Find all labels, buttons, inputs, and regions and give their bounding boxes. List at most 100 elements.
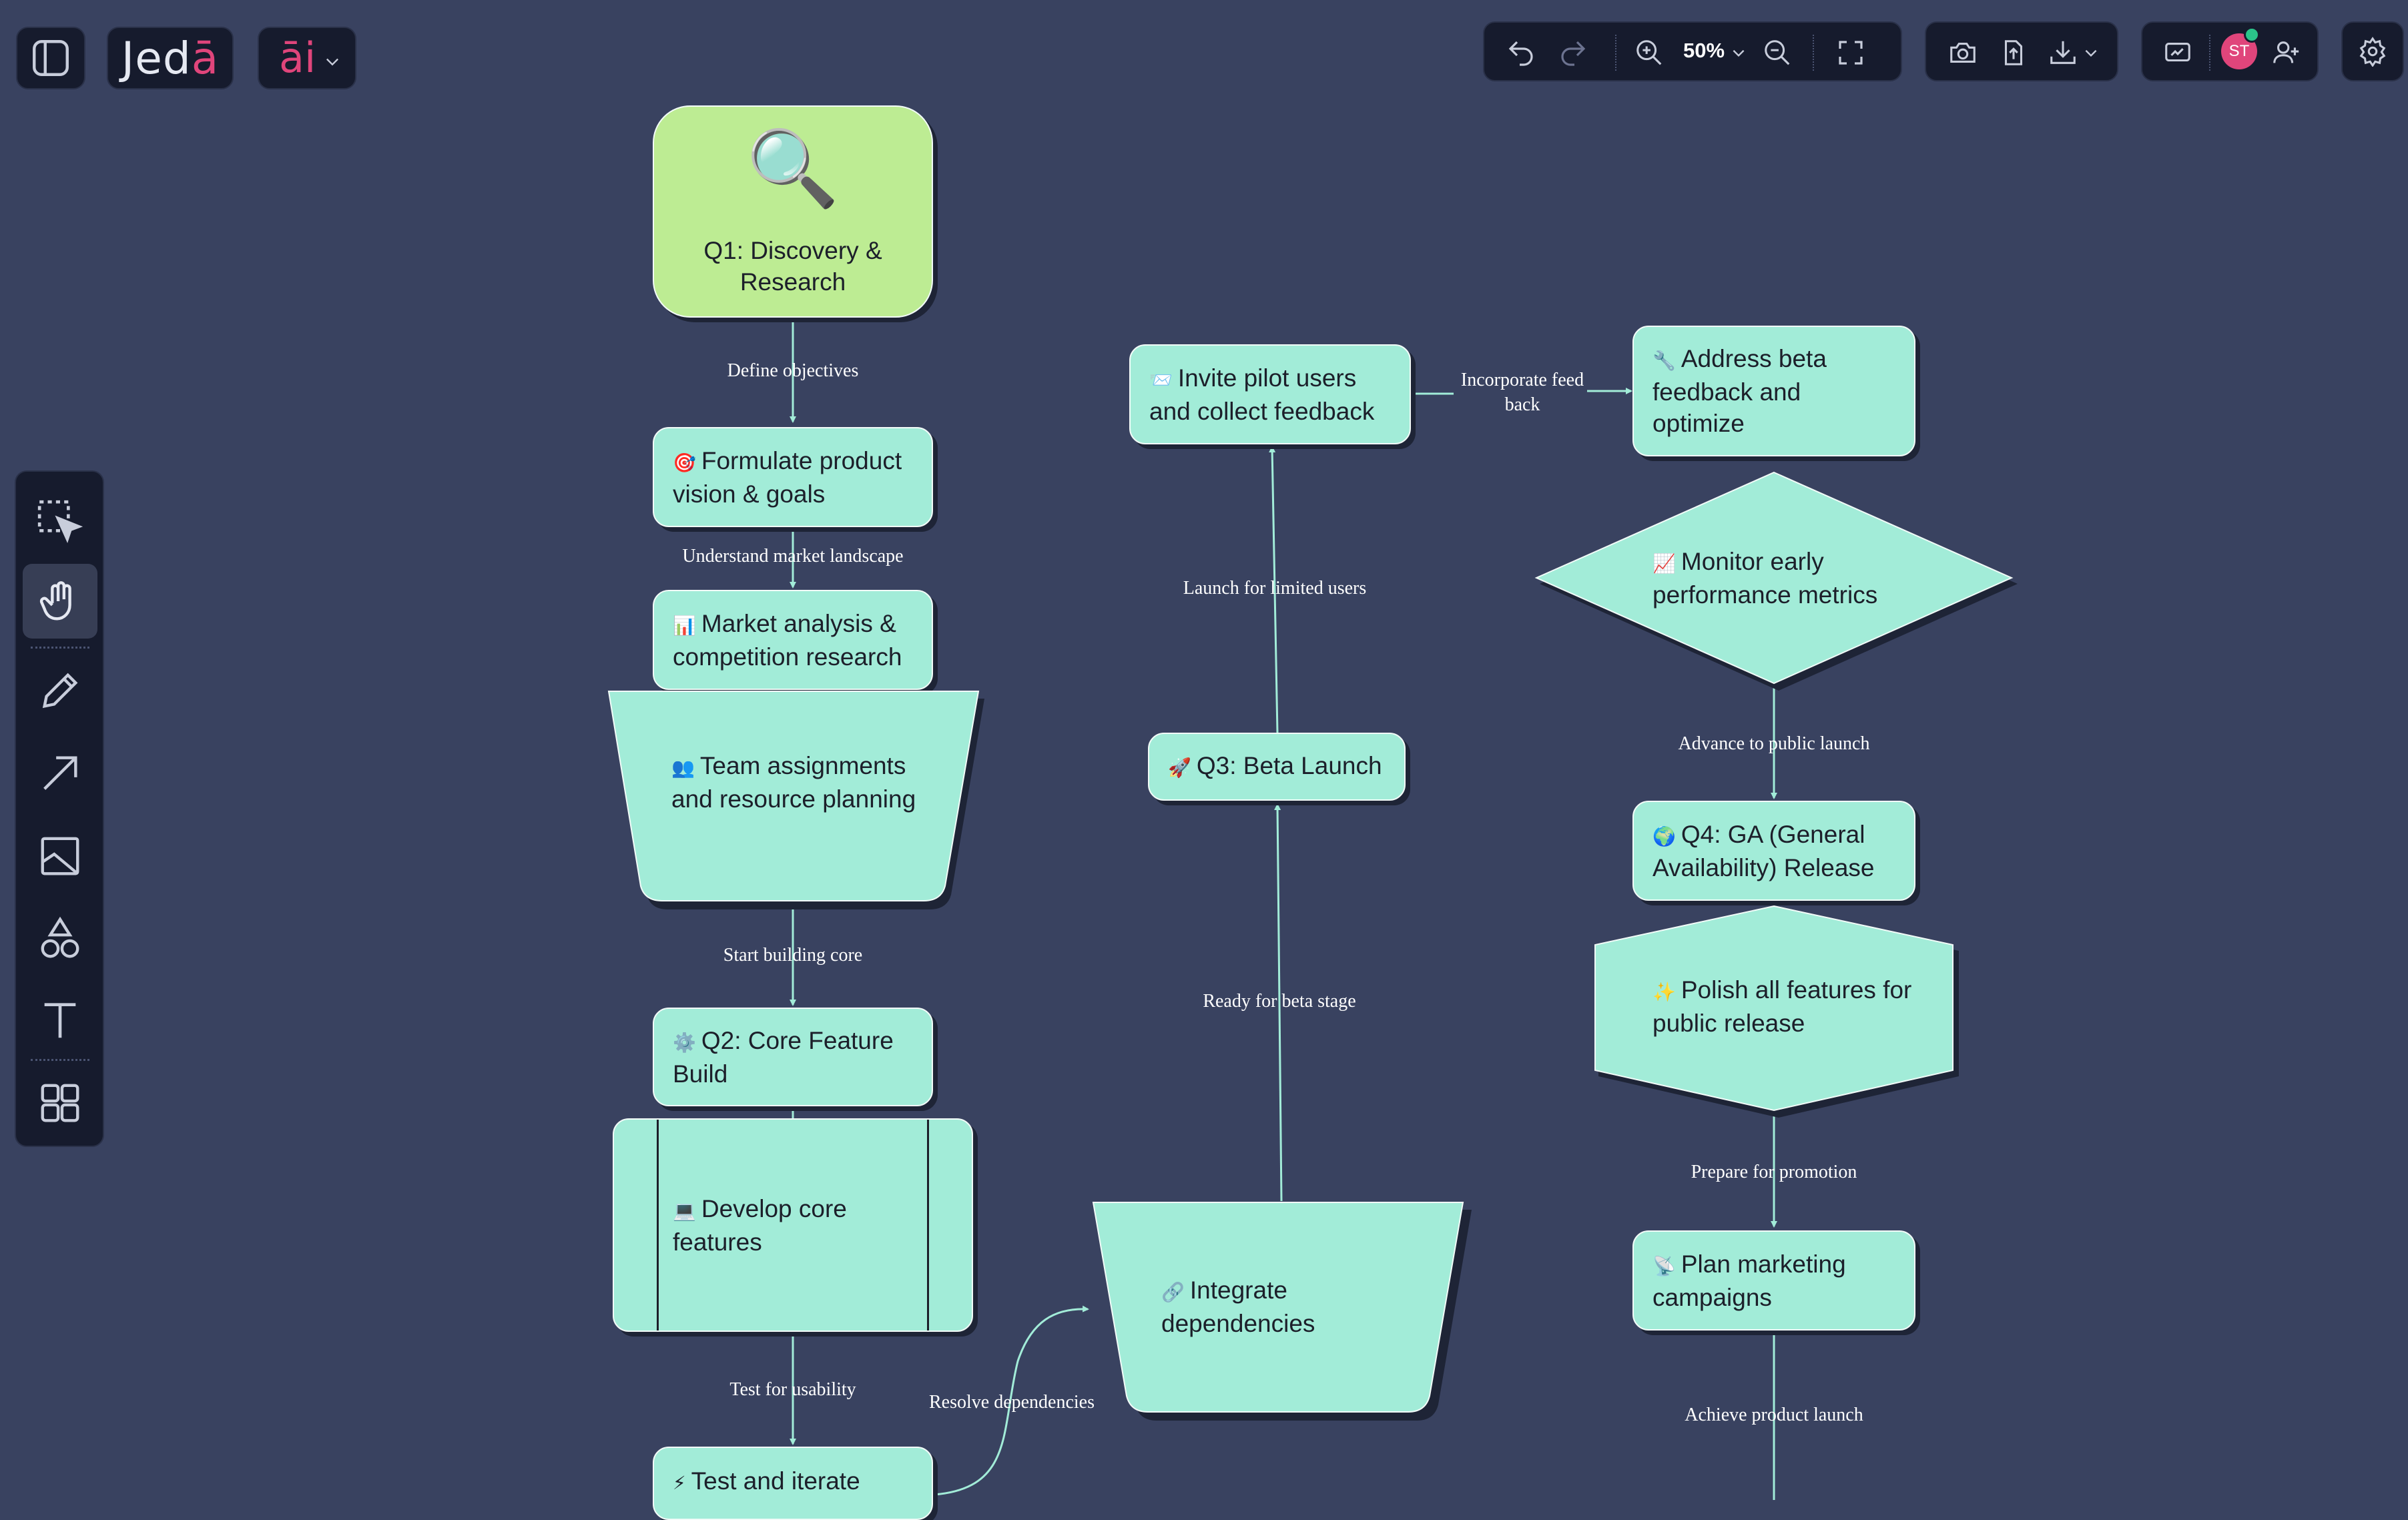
edge-label-usability[interactable]: Test for usability (729, 1378, 856, 1402)
bar-chart-icon: 📊 (673, 615, 696, 636)
jeda-logo[interactable]: Jed ā (107, 27, 234, 89)
sidebar-toggle-icon (17, 28, 84, 88)
node-develop-core[interactable]: 💻 Develop core features (613, 1118, 973, 1332)
node-team-assignments[interactable]: 👥 Team assignments and resource planning (605, 690, 984, 909)
pencil-tool-button[interactable] (23, 653, 97, 728)
node-invite-pilot[interactable]: 📨 Invite pilot users and collect feedback (1129, 344, 1411, 444)
envelope-icon: 📨 (1149, 369, 1173, 390)
node-team-label: Team assignments and resource planning (671, 752, 916, 813)
edge-label-promotion[interactable]: Prepare for promotion (1691, 1160, 1857, 1184)
present-icon[interactable] (2161, 36, 2194, 69)
logo-accent: ā (191, 32, 220, 84)
ai-menu-button[interactable]: āi (258, 27, 356, 89)
zoom-level[interactable]: 50% (1683, 39, 1733, 65)
node-q1-discovery[interactable]: 🔍 Q1: Discovery & Research (653, 105, 933, 318)
edge-label-understand[interactable]: Understand market landscape (682, 544, 903, 568)
hand-icon (39, 581, 71, 621)
sidebar-toggle-button[interactable] (16, 27, 85, 89)
ai-label: āi (279, 33, 316, 82)
node-q2-core-build[interactable]: ⚙️ Q2: Core Feature Build (653, 1008, 933, 1106)
edge-label-start-core[interactable]: Start building core (723, 943, 862, 968)
camera-icon[interactable] (1946, 36, 1980, 69)
node-q4-ga-release[interactable]: 🌍 Q4: GA (General Availability) Release (1632, 801, 1915, 901)
grid-icon (41, 1084, 79, 1122)
subroutine-bar-right (927, 1120, 929, 1331)
whiteboard-canvas[interactable]: Define objectives Understand market land… (0, 0, 2408, 1520)
edge-label-feedback-line2[interactable]: back (1505, 393, 1540, 417)
settings-button[interactable] (2341, 21, 2404, 81)
shapes-tool-button[interactable] (23, 901, 97, 976)
fit-screen-icon[interactable] (1834, 36, 1867, 69)
templates-tool-button[interactable] (23, 1066, 97, 1140)
edge-label-define[interactable]: Define objectives (727, 359, 859, 383)
edge-label-limited[interactable]: Launch for limited users (1183, 577, 1366, 601)
node-q3-label: Q3: Beta Launch (1196, 752, 1382, 779)
node-q1-label: Q1: Discovery & Research (703, 237, 882, 296)
avatar-initials: ST (2228, 42, 2250, 60)
chevron-down-icon[interactable] (2081, 43, 2101, 63)
online-status-dot (2244, 27, 2260, 43)
node-pilot-label: Invite pilot users and collect feedback (1149, 364, 1375, 425)
node-monitor-metrics[interactable]: 📈 Monitor early performance metrics (1534, 471, 2018, 691)
image-tool-button[interactable] (23, 819, 97, 893)
edge-label-achieve[interactable]: Achieve product launch (1685, 1403, 1863, 1427)
selection-cursor-icon (37, 500, 83, 544)
node-q2-label: Q2: Core Feature Build (673, 1026, 894, 1088)
laptop-icon: 💻 (673, 1200, 696, 1221)
zoom-out-icon[interactable] (1761, 36, 1794, 69)
zoom-in-icon[interactable] (1632, 36, 1666, 69)
chevron-down-icon[interactable] (1729, 43, 1749, 63)
edge-label-beta-stage[interactable]: Ready for beta stage (1203, 990, 1356, 1014)
image-icon (41, 837, 79, 875)
wrench-icon: 🔧 (1652, 350, 1676, 371)
node-marketing-label: Plan marketing campaigns (1652, 1250, 1846, 1311)
node-develop-label: Develop core features (673, 1194, 847, 1256)
node-polish-features[interactable]: ✨ Polish all features for public release (1592, 905, 1959, 1118)
subroutine-bar-left (657, 1120, 659, 1331)
text-icon (44, 1003, 76, 1038)
magnifier-icon: 🔍 (746, 127, 840, 210)
export-toolbar (1925, 21, 2118, 81)
megaphone-icon: 📡 (1652, 1255, 1676, 1276)
node-q4-label: Q4: GA (General Availability) Release (1652, 820, 1875, 881)
redo-icon[interactable] (1556, 36, 1590, 69)
node-market-label: Market analysis & competition research (673, 609, 902, 671)
shapes-icon (41, 916, 79, 958)
people-icon: 👥 (671, 757, 695, 778)
pencil-icon (42, 673, 78, 709)
download-icon[interactable] (2046, 36, 2080, 69)
logo-text: Jed (121, 32, 192, 84)
node-market-analysis[interactable]: 📊 Market analysis & competition research (653, 590, 933, 690)
node-test-label: Test and iterate (691, 1467, 860, 1495)
add-user-icon[interactable] (2269, 36, 2303, 69)
node-address-feedback[interactable]: 🔧 Address beta feedback and optimize (1632, 326, 1915, 456)
node-address-label: Address beta feedback and optimize (1652, 345, 1827, 437)
history-zoom-toolbar: 50% (1483, 21, 1902, 81)
node-plan-marketing[interactable]: 📡 Plan marketing campaigns (1632, 1230, 1915, 1331)
node-formulate-vision[interactable]: 🎯 Formulate product vision & goals (653, 427, 933, 527)
node-q3-beta[interactable]: 🚀 Q3: Beta Launch (1148, 733, 1406, 801)
undo-icon[interactable] (1504, 36, 1538, 69)
text-tool-button[interactable] (23, 983, 97, 1058)
node-integrate-dependencies[interactable]: 🔗 Integrate dependencies (1092, 1201, 1472, 1421)
rocket-icon: 🚀 (1168, 757, 1191, 778)
trend-chart-icon: 📈 (1652, 553, 1676, 574)
upload-icon[interactable] (1997, 36, 2030, 69)
left-tool-palette (15, 470, 104, 1147)
chevron-down-icon (320, 49, 344, 73)
edge-label-public[interactable]: Advance to public launch (1679, 732, 1870, 756)
arrow-icon (43, 756, 77, 790)
arrow-tool-button[interactable] (23, 736, 97, 811)
select-tool-button[interactable] (23, 485, 97, 560)
gear-emoji-icon: ⚙️ (673, 1032, 696, 1053)
globe-icon: 🌍 (1652, 825, 1676, 847)
edge-label-feedback-line1[interactable]: Incorporate feed (1461, 368, 1584, 392)
node-test-iterate[interactable]: ⚡ Test and iterate (653, 1447, 933, 1520)
node-vision-label: Formulate product vision & goals (673, 446, 902, 508)
lightning-icon: ⚡ (673, 1473, 686, 1493)
node-monitor-label: Monitor early performance metrics (1652, 548, 1878, 609)
node-polish-label: Polish all features for public release (1652, 976, 1912, 1037)
edge-label-resolve[interactable]: Resolve dependencies (929, 1391, 1095, 1415)
target-icon: 🎯 (673, 452, 696, 473)
hand-tool-button[interactable] (23, 564, 97, 639)
